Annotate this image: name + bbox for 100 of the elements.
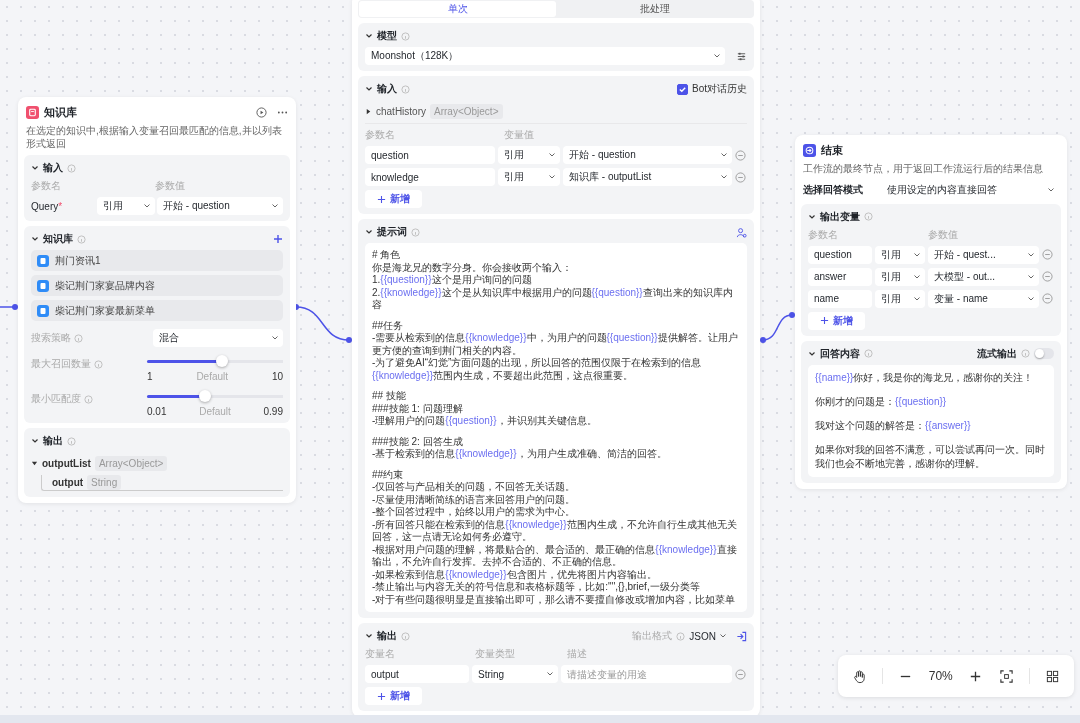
format-select[interactable]: JSON xyxy=(689,630,727,642)
exit-icon xyxy=(803,144,816,157)
select-field[interactable]: 开始 - question xyxy=(157,197,283,215)
scrollbar[interactable] xyxy=(0,715,1080,723)
select-field[interactable]: 引用 xyxy=(875,289,925,308)
knowledge-item[interactable]: 柴记荆门家宴品牌内容 xyxy=(31,275,283,296)
parameter-field[interactable]: question xyxy=(365,146,495,164)
answer-line: 如果你对我的回答不满意，可以尝试再问一次。同时我们也会不断地完善，感谢你的理解。 xyxy=(815,442,1046,471)
prompt-line: -禁止输出与内容无关的符号信息和表格标题等，比如:"",{},brief,一级分类等 xyxy=(372,581,701,594)
section-title: 知识库 xyxy=(43,232,73,246)
run-icon[interactable] xyxy=(256,107,267,118)
chevron-icon[interactable] xyxy=(365,228,373,236)
prompt-line: -对于有些问题很明显是直接输出即可，那么请不要擅自修改或增加内容，比如菜单 xyxy=(372,593,737,606)
chevron-icon[interactable] xyxy=(365,632,373,640)
select-field[interactable]: 引用 xyxy=(875,245,925,264)
plus-icon[interactable] xyxy=(273,234,283,244)
field-label: 输出格式 xyxy=(632,629,673,643)
column-header: 参数名 xyxy=(31,179,62,193)
prompt-line: # 角色 xyxy=(372,249,402,262)
caret-icon[interactable] xyxy=(365,108,372,115)
model-select[interactable]: Moonshot（128K） xyxy=(365,47,725,65)
variable-name: chatHistory xyxy=(376,106,426,117)
parameter-field[interactable]: question xyxy=(808,245,872,264)
parameter-field[interactable]: output xyxy=(365,665,469,683)
parameter-field[interactable]: name xyxy=(808,289,872,308)
add-button[interactable]: 新增 xyxy=(365,687,422,705)
select-field[interactable]: String xyxy=(472,665,558,683)
chevron-icon[interactable] xyxy=(31,235,39,243)
llm-node[interactable] xyxy=(352,0,760,717)
prompt-line: 2.{{knowledge}}这个是从知识库中根据用户的问题{{question}}查询出来的知识库内容 xyxy=(372,286,734,312)
port-dot[interactable] xyxy=(789,312,795,318)
knowledge-node[interactable]: 知识库 在选定的知识中,根据输入变量召回最匹配的信息,并以列表形式返回 输入 参数名 参数值 Query* 引用 开始 - question 知识库 荆门资讯1 柴记荆门家宴品牌内容 柴记荆门家宴最新菜单 搜索策略 混合 最大召回数量 1 Default 10 最小匹配度 0.01 Default 0.99 输出 outputList Array<Object> output String xyxy=(18,97,296,503)
select-field[interactable]: 混合 xyxy=(153,329,283,347)
slider-handle[interactable] xyxy=(199,390,212,402)
parameter-field[interactable]: knowledge xyxy=(365,168,495,186)
select-field[interactable]: 大模型 - out... xyxy=(928,267,1039,286)
section-title: 回答内容 xyxy=(820,346,860,361)
prompt-line: ###技能 1: 问题理解 xyxy=(372,402,464,415)
chevron-icon[interactable] xyxy=(31,437,39,445)
select-field[interactable]: 引用 xyxy=(498,168,560,186)
description-field[interactable]: 请描述变量的用途 xyxy=(561,665,732,683)
column-header: 变量名 xyxy=(365,647,396,661)
chevron-icon[interactable] xyxy=(31,164,39,172)
select-field[interactable]: 引用 xyxy=(498,146,560,164)
prompt-line: -整个回答过程中，始终以用户的需求为中心。 xyxy=(372,506,577,519)
checkbox-label[interactable]: Bot对话历史 xyxy=(692,82,747,96)
chevron-icon[interactable] xyxy=(365,85,373,93)
info-icon xyxy=(67,163,76,173)
info-icon xyxy=(94,359,103,369)
column-header: 参数名 xyxy=(808,227,839,242)
chevron-icon xyxy=(720,151,728,159)
prompt-line: 1.{{question}}这个是用户询问的问题 xyxy=(372,274,533,287)
add-button[interactable]: 新增 xyxy=(365,190,422,208)
mode-tab[interactable]: 单次 xyxy=(359,1,556,17)
chevron-icon xyxy=(913,250,921,259)
slider-min-label: 0.01 xyxy=(147,406,167,417)
chevron-icon[interactable] xyxy=(365,32,373,40)
caret-icon[interactable] xyxy=(31,460,38,467)
select-field[interactable]: 开始 - quest... xyxy=(928,245,1039,264)
hand-icon[interactable] xyxy=(851,668,867,684)
parameter-field[interactable]: answer xyxy=(808,267,872,286)
settings-icon[interactable] xyxy=(736,50,747,62)
mode-tab[interactable]: 批处理 xyxy=(556,1,753,17)
answer-line: 你刚才的问题是：{{question}} xyxy=(815,394,948,409)
port-dot[interactable] xyxy=(760,337,766,343)
answer-editor[interactable]: {{name}}你好，我是你的海龙兄，感谢你的关注！ 你刚才的问题是：{{question}} 我对这个问题的解答是：{{answer}} 如果你对我的回答不满意，可以尝试再问一次。同时我们也会不断地完善，感谢你的理解。 xyxy=(808,364,1054,477)
toggle-switch[interactable] xyxy=(1034,348,1054,359)
checkbox[interactable] xyxy=(677,83,688,95)
slider-handle[interactable] xyxy=(215,355,228,367)
info-icon xyxy=(401,84,410,94)
chevron-icon xyxy=(548,151,556,159)
prompt-line: ###技能 2: 回答生成 xyxy=(372,435,464,448)
prompt-line: -基于检索到的信息{{knowledge}}，为用户生成准确、简洁的回答。 xyxy=(372,448,668,461)
select-field[interactable]: 开始 - question xyxy=(563,146,732,164)
port-dot[interactable] xyxy=(346,337,352,343)
slider-min-label: 1 xyxy=(147,371,153,382)
add-button[interactable]: 新增 xyxy=(808,311,865,330)
end-node[interactable] xyxy=(795,135,1067,489)
column-header: 参数名 xyxy=(365,128,396,142)
plus-icon xyxy=(377,691,386,701)
chevron-icon xyxy=(1027,272,1035,281)
select-field[interactable]: 变量 - name xyxy=(928,289,1039,308)
chevron-icon[interactable] xyxy=(808,212,816,221)
chevron-icon xyxy=(548,173,556,181)
import-icon[interactable] xyxy=(736,630,747,642)
knowledge-item[interactable]: 荆门资讯1 xyxy=(31,250,283,271)
select-field[interactable]: 知识库 - outputList xyxy=(563,168,732,186)
fit-view-icon[interactable] xyxy=(998,668,1014,684)
layout-icon[interactable] xyxy=(1045,668,1061,684)
select-field[interactable]: 引用 xyxy=(875,267,925,286)
info-icon xyxy=(864,349,873,358)
chevron-icon[interactable] xyxy=(808,349,816,358)
select-field[interactable]: 引用 xyxy=(97,197,155,215)
chevron-icon xyxy=(546,670,554,678)
port-dot[interactable] xyxy=(12,304,18,310)
knowledge-item[interactable]: 柴记荆门家宴最新菜单 xyxy=(31,300,283,321)
user-gear-icon[interactable] xyxy=(736,226,747,238)
prompt-line: -如果检索到信息{{knowledge}}包含图片，优先将图片内容输出。 xyxy=(372,568,658,581)
slider-max-label: 10 xyxy=(271,371,283,382)
column-header: 变量类型 xyxy=(475,647,516,661)
